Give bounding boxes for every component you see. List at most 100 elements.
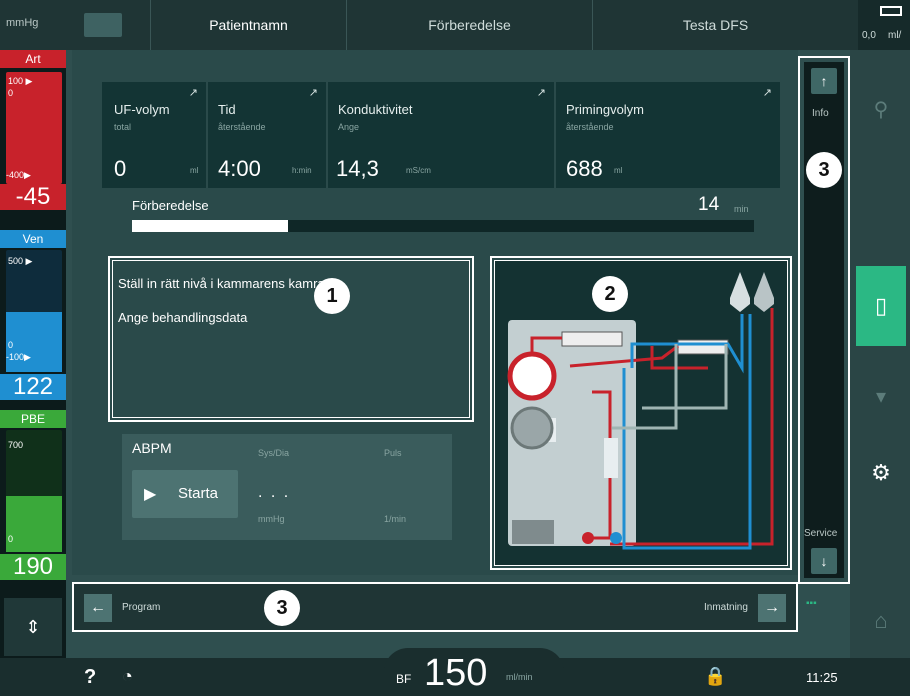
progress-bar [132,220,754,232]
art-scale[interactable]: 100 ▶ 0 -400▶ [6,72,62,184]
pressure-unit: mmHg [6,17,39,29]
param-time[interactable]: ↗ Tid återstående 4:00 h:min [208,82,326,188]
blood-flow-display[interactable]: BF 150 ml/min [384,648,564,696]
back-label[interactable]: Program [122,602,160,613]
ven-value: 122 [0,374,66,400]
param-label: Konduktivitet [338,102,413,117]
expand-arrow-icon: ↗ [762,87,772,99]
art-top: 100 ▶ [8,76,33,86]
abpm-unit-mmhg: mmHg [258,514,285,524]
param-priming-volume[interactable]: ↗ Primingvolym återstående 688 ml [556,82,780,188]
pressure-monitors: Art 100 ▶ 0 -400▶ -45 Ven 500 ▶ 0 -100▶ … [0,50,66,658]
lock-icon[interactable]: 🔒 [704,666,726,687]
filter-icon[interactable]: ▾ [856,362,906,432]
param-unit: ml [614,166,623,175]
art-label: Art [0,50,66,68]
bf-unit: ml/min [506,672,533,682]
timer-icon[interactable]: ◔ [122,666,133,687]
abpm-panel: ABPM ▶ Starta Sys/Dia Puls . . . mmHg 1/… [122,434,452,540]
param-uf-volume[interactable]: ↗ UF-volym total 0 ml [102,82,206,188]
param-sub: total [114,122,132,132]
back-arrow-icon[interactable]: ← [84,594,112,622]
abpm-unit-pulse: 1/min [384,514,407,524]
message-1: Ställ in rätt nivå i kammarens kamrarna [118,276,344,291]
progress-value: 14 [698,194,720,215]
preparation-icon[interactable]: ▯ [856,266,906,346]
ven-label: Ven [0,230,66,248]
progress-fill [132,220,288,232]
tubing-diagram-icon [507,272,774,550]
param-sub: återstående [218,122,266,132]
param-label: Primingvolym [566,102,645,117]
top-bar: mmHg Patientnamn Förberedelse Testa DFS … [0,0,910,50]
progress-label: Förberedelse [132,198,209,213]
expand-arrow-icon: ↗ [536,87,546,99]
tab-patient[interactable]: Patientnamn [150,0,346,50]
param-value: 14,3 [336,156,379,181]
marker-3-bottom: 3 [264,590,300,626]
expand-arrow-icon: ↗ [188,87,198,99]
pbe-scale[interactable]: 700 0 [6,430,62,552]
pages-indicator-icon: ▪▪▪ [806,598,817,609]
puls-label: Puls [384,448,402,458]
next-label[interactable]: Inmatning [704,602,748,613]
info-service-column: ↑ Info 3 Service ↓ [804,62,844,578]
art-zero: 0 [8,88,14,98]
info-label[interactable]: Info [812,108,829,119]
play-icon: ▶ [144,486,157,503]
nav-bar: ← Program 3 Inmatning → [72,582,798,632]
service-label[interactable]: Service [804,528,837,539]
progress-unit: min [734,204,749,214]
pbe-label: PBE [0,410,66,428]
uf-unit: ml/ [888,30,902,41]
tab-preparation[interactable]: Förberedelse [346,0,592,50]
forward-arrow-icon[interactable]: → [758,594,786,622]
bottom-bar: ? ◔ BF 150 ml/min 🔒 11:25 [0,648,910,696]
param-unit: ml [190,166,199,175]
settings-icon[interactable]: ⚙ [856,438,906,508]
param-sub: Ange [338,122,360,132]
tab-test-dfs[interactable]: Testa DFS [592,0,838,50]
param-sub: återstående [566,122,614,132]
home-icon[interactable]: ⌂ [856,590,906,652]
pbe-top: 700 [8,440,24,450]
param-conductivity[interactable]: ↗ Konduktivitet Ange 14,3 mS/cm [328,82,554,188]
message-box: Ställ in rätt nivå i kammarens kamrarna … [108,256,474,422]
bf-label: BF [396,672,412,686]
expand-arrow-icon: ↗ [308,87,318,99]
param-value: 4:00 [218,156,261,181]
abpm-value: . . . [258,484,291,501]
help-button[interactable]: ? [84,666,96,689]
ven-scale[interactable]: 500 ▶ 0 -100▶ [6,250,62,372]
ven-zero: 0 [8,340,14,350]
ven-bottom: -100▶ [6,352,31,362]
patient-card-button[interactable] [84,13,122,37]
marker-3-right: 3 [806,152,842,188]
battery-icon [880,6,902,16]
level-adjust-button[interactable]: ⇕ [4,598,62,656]
uf-indicator: 0,0 ml/ [858,0,910,50]
scroll-up-button[interactable]: ↑ [811,68,837,94]
ven-top: 500 ▶ [8,256,33,266]
art-value: -45 [0,184,66,210]
param-unit: mS/cm [406,166,431,175]
art-bottom: -400▶ [6,170,31,180]
uf-value: 0,0 [862,30,876,41]
bf-value: 150 [424,652,488,694]
abpm-title: ABPM [132,440,172,456]
scroll-down-button[interactable]: ↓ [811,548,837,574]
machine-diagram[interactable]: 2 [490,256,792,570]
sysdia-label: Sys/Dia [258,448,290,458]
pbe-value: 190 [0,554,66,580]
param-label: Tid [218,102,236,117]
right-sidebar: ⚲ ▯ ▾ ⚙ ⌂ [850,50,910,658]
param-value: 0 [114,156,127,181]
param-unit: h:min [292,166,312,175]
param-label: UF-volym [114,102,170,117]
abpm-start-button[interactable]: ▶ Starta [132,470,238,518]
marker-1: 1 [314,278,350,314]
message-2: Ange behandlingsdata [118,310,248,325]
pbe-zero: 0 [8,534,14,544]
patient-connect-icon[interactable]: ⚲ [856,70,906,150]
clock-time: 11:25 [806,670,838,685]
